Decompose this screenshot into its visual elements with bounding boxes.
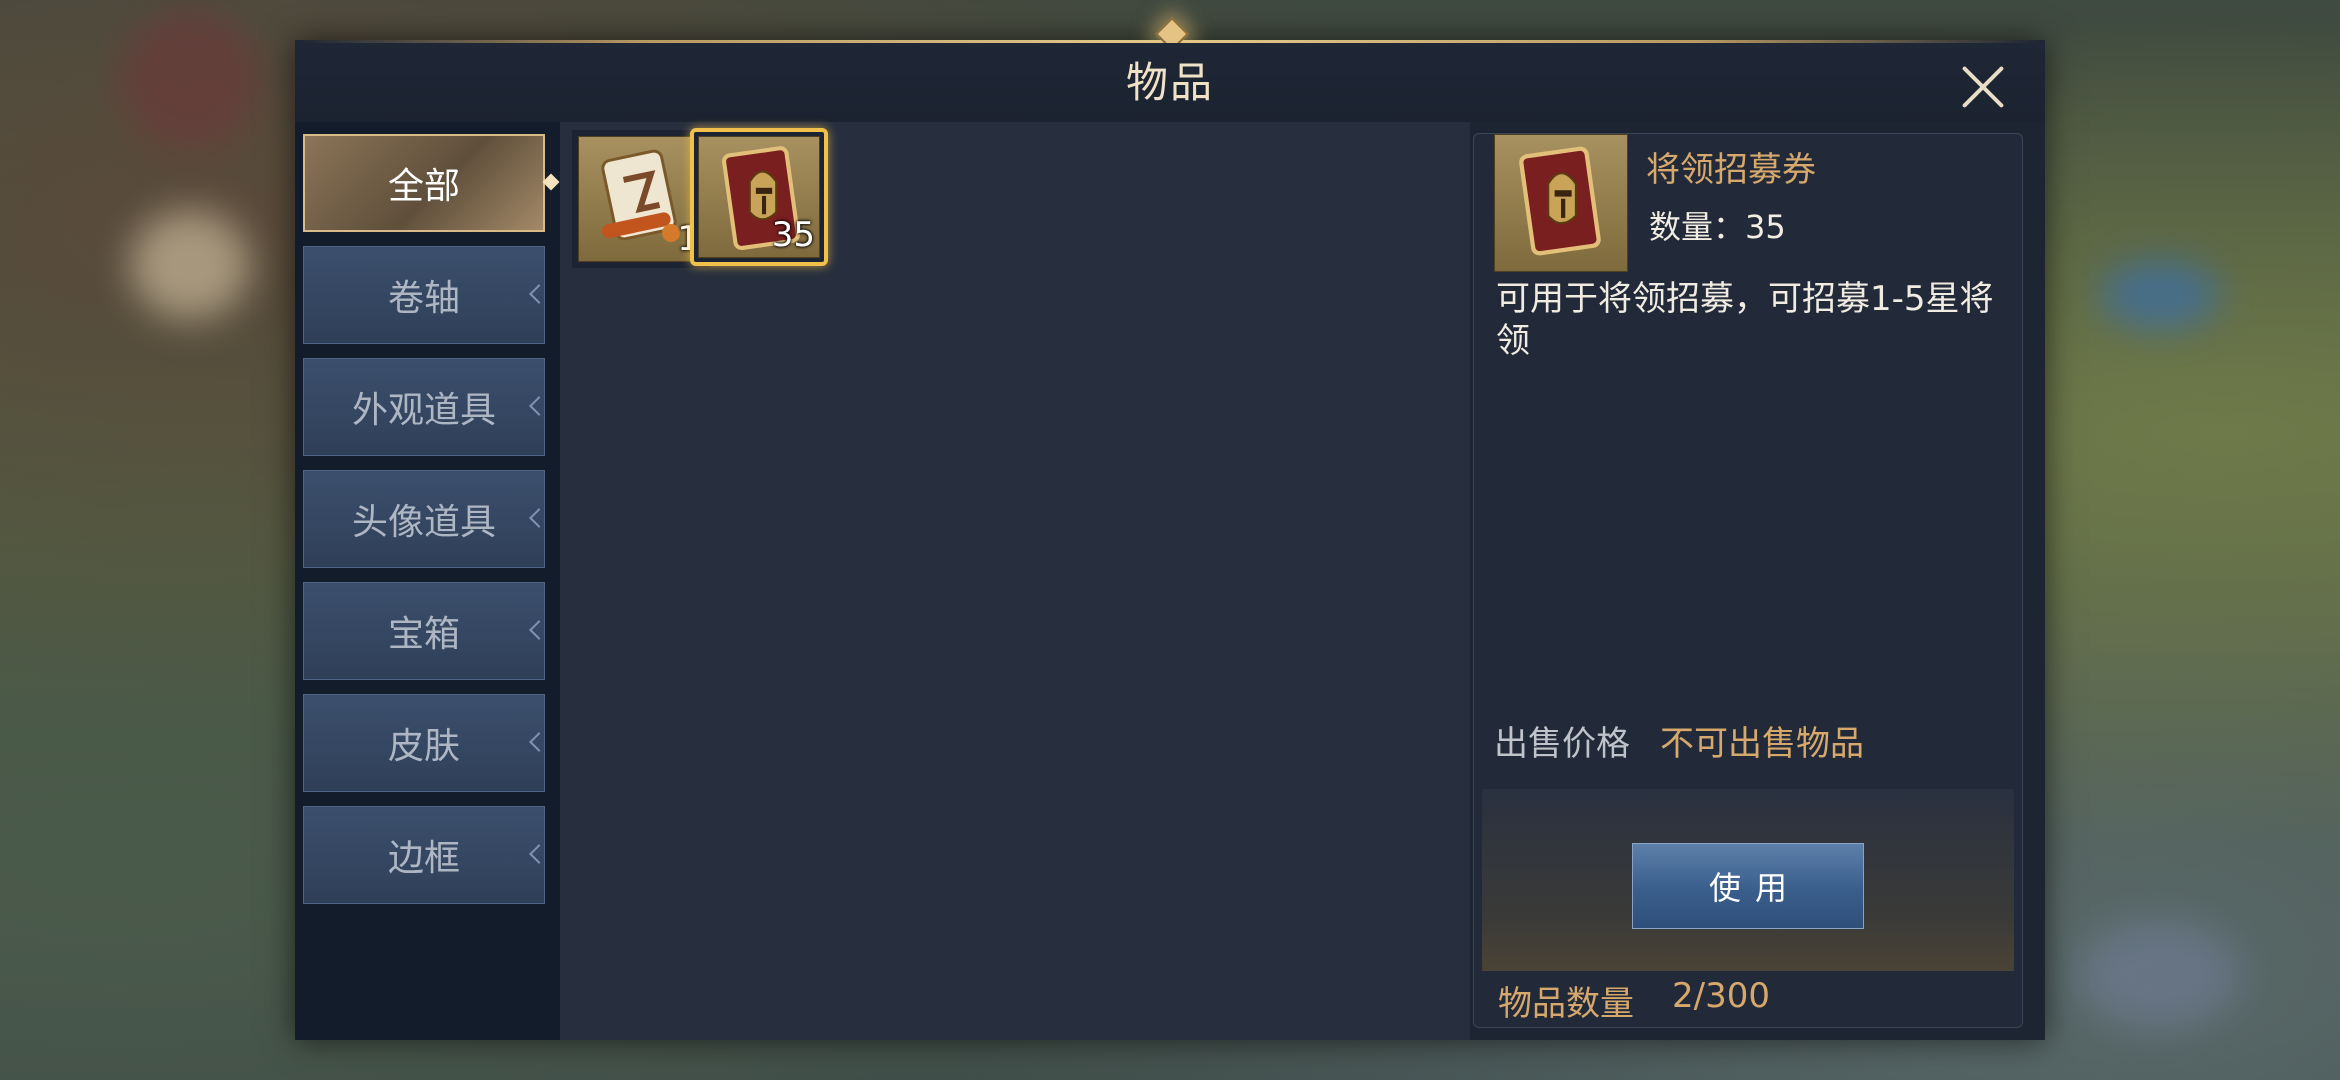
tab-label: 皮肤 bbox=[387, 726, 460, 767]
tab-label: 宝箱 bbox=[387, 614, 460, 655]
background-shape bbox=[130, 210, 250, 320]
tab-chests[interactable]: 宝箱 bbox=[303, 582, 549, 680]
sell-price-value: 不可出售物品 bbox=[1660, 724, 1864, 764]
item-quantity: 数量：35 bbox=[1649, 208, 1786, 246]
background-button bbox=[2080, 920, 2240, 1030]
item-name: 将领招募券 bbox=[1646, 150, 1816, 190]
item-detail-panel: 将领招募券 数量：35 可用于将领招募，可招募1-5星将领 出售价格 不可出售物… bbox=[1473, 133, 2023, 1028]
item-count: 35 bbox=[771, 215, 815, 255]
tab-frames[interactable]: 边框 bbox=[303, 806, 549, 904]
item-count-label: 物品数量 bbox=[1498, 984, 1634, 1024]
category-sidebar: 全部 卷轴 外观道具 头像道具 宝箱 皮肤 边框 bbox=[295, 122, 560, 1040]
tab-all[interactable]: 全部 bbox=[303, 134, 560, 232]
tab-arrow-icon bbox=[529, 732, 549, 752]
tab-skins[interactable]: 皮肤 bbox=[303, 694, 549, 792]
item-grid: 1 35 bbox=[560, 122, 1470, 1040]
tab-indicator-icon bbox=[542, 173, 560, 191]
tab-avatar-items[interactable]: 头像道具 bbox=[303, 470, 549, 568]
tab-label: 边框 bbox=[387, 838, 460, 879]
use-button-area: 使用 bbox=[1482, 789, 2014, 971]
item-count-value: 2/300 bbox=[1672, 976, 1770, 1016]
tab-label: 全部 bbox=[387, 166, 460, 207]
item-slot-frame: 1 bbox=[578, 136, 704, 262]
item-slot-selected[interactable]: 35 bbox=[690, 128, 828, 266]
use-button[interactable]: 使用 bbox=[1632, 843, 1864, 929]
background-button bbox=[2100, 260, 2220, 330]
window-title: 物品 bbox=[1125, 58, 1214, 107]
items-window: 物品 全部 卷轴 外观道具 头像道具 宝箱 皮肤 边框 1 35 将领招募券 数… bbox=[295, 17, 2045, 1040]
knight-card-icon bbox=[1519, 146, 1601, 256]
title-bar: 物品 bbox=[295, 43, 2045, 122]
tab-label: 卷轴 bbox=[387, 278, 460, 319]
tab-arrow-icon bbox=[529, 508, 549, 528]
tab-label: 头像道具 bbox=[351, 502, 496, 543]
tab-scroll[interactable]: 卷轴 bbox=[303, 246, 549, 344]
close-button[interactable] bbox=[1961, 65, 2005, 109]
tab-arrow-icon bbox=[529, 396, 549, 416]
tab-label: 外观道具 bbox=[351, 390, 496, 431]
tab-appearance-items[interactable]: 外观道具 bbox=[303, 358, 549, 456]
sell-price-label: 出售价格 bbox=[1494, 724, 1630, 764]
item-description: 可用于将领招募，可招募1-5星将领 bbox=[1496, 279, 1994, 361]
tab-arrow-icon bbox=[529, 620, 549, 640]
tab-arrow-icon bbox=[529, 284, 549, 304]
background-avatar bbox=[120, 10, 260, 150]
detail-item-icon bbox=[1494, 134, 1628, 272]
item-slot-frame: 35 bbox=[698, 136, 820, 258]
tab-arrow-icon bbox=[529, 844, 549, 864]
